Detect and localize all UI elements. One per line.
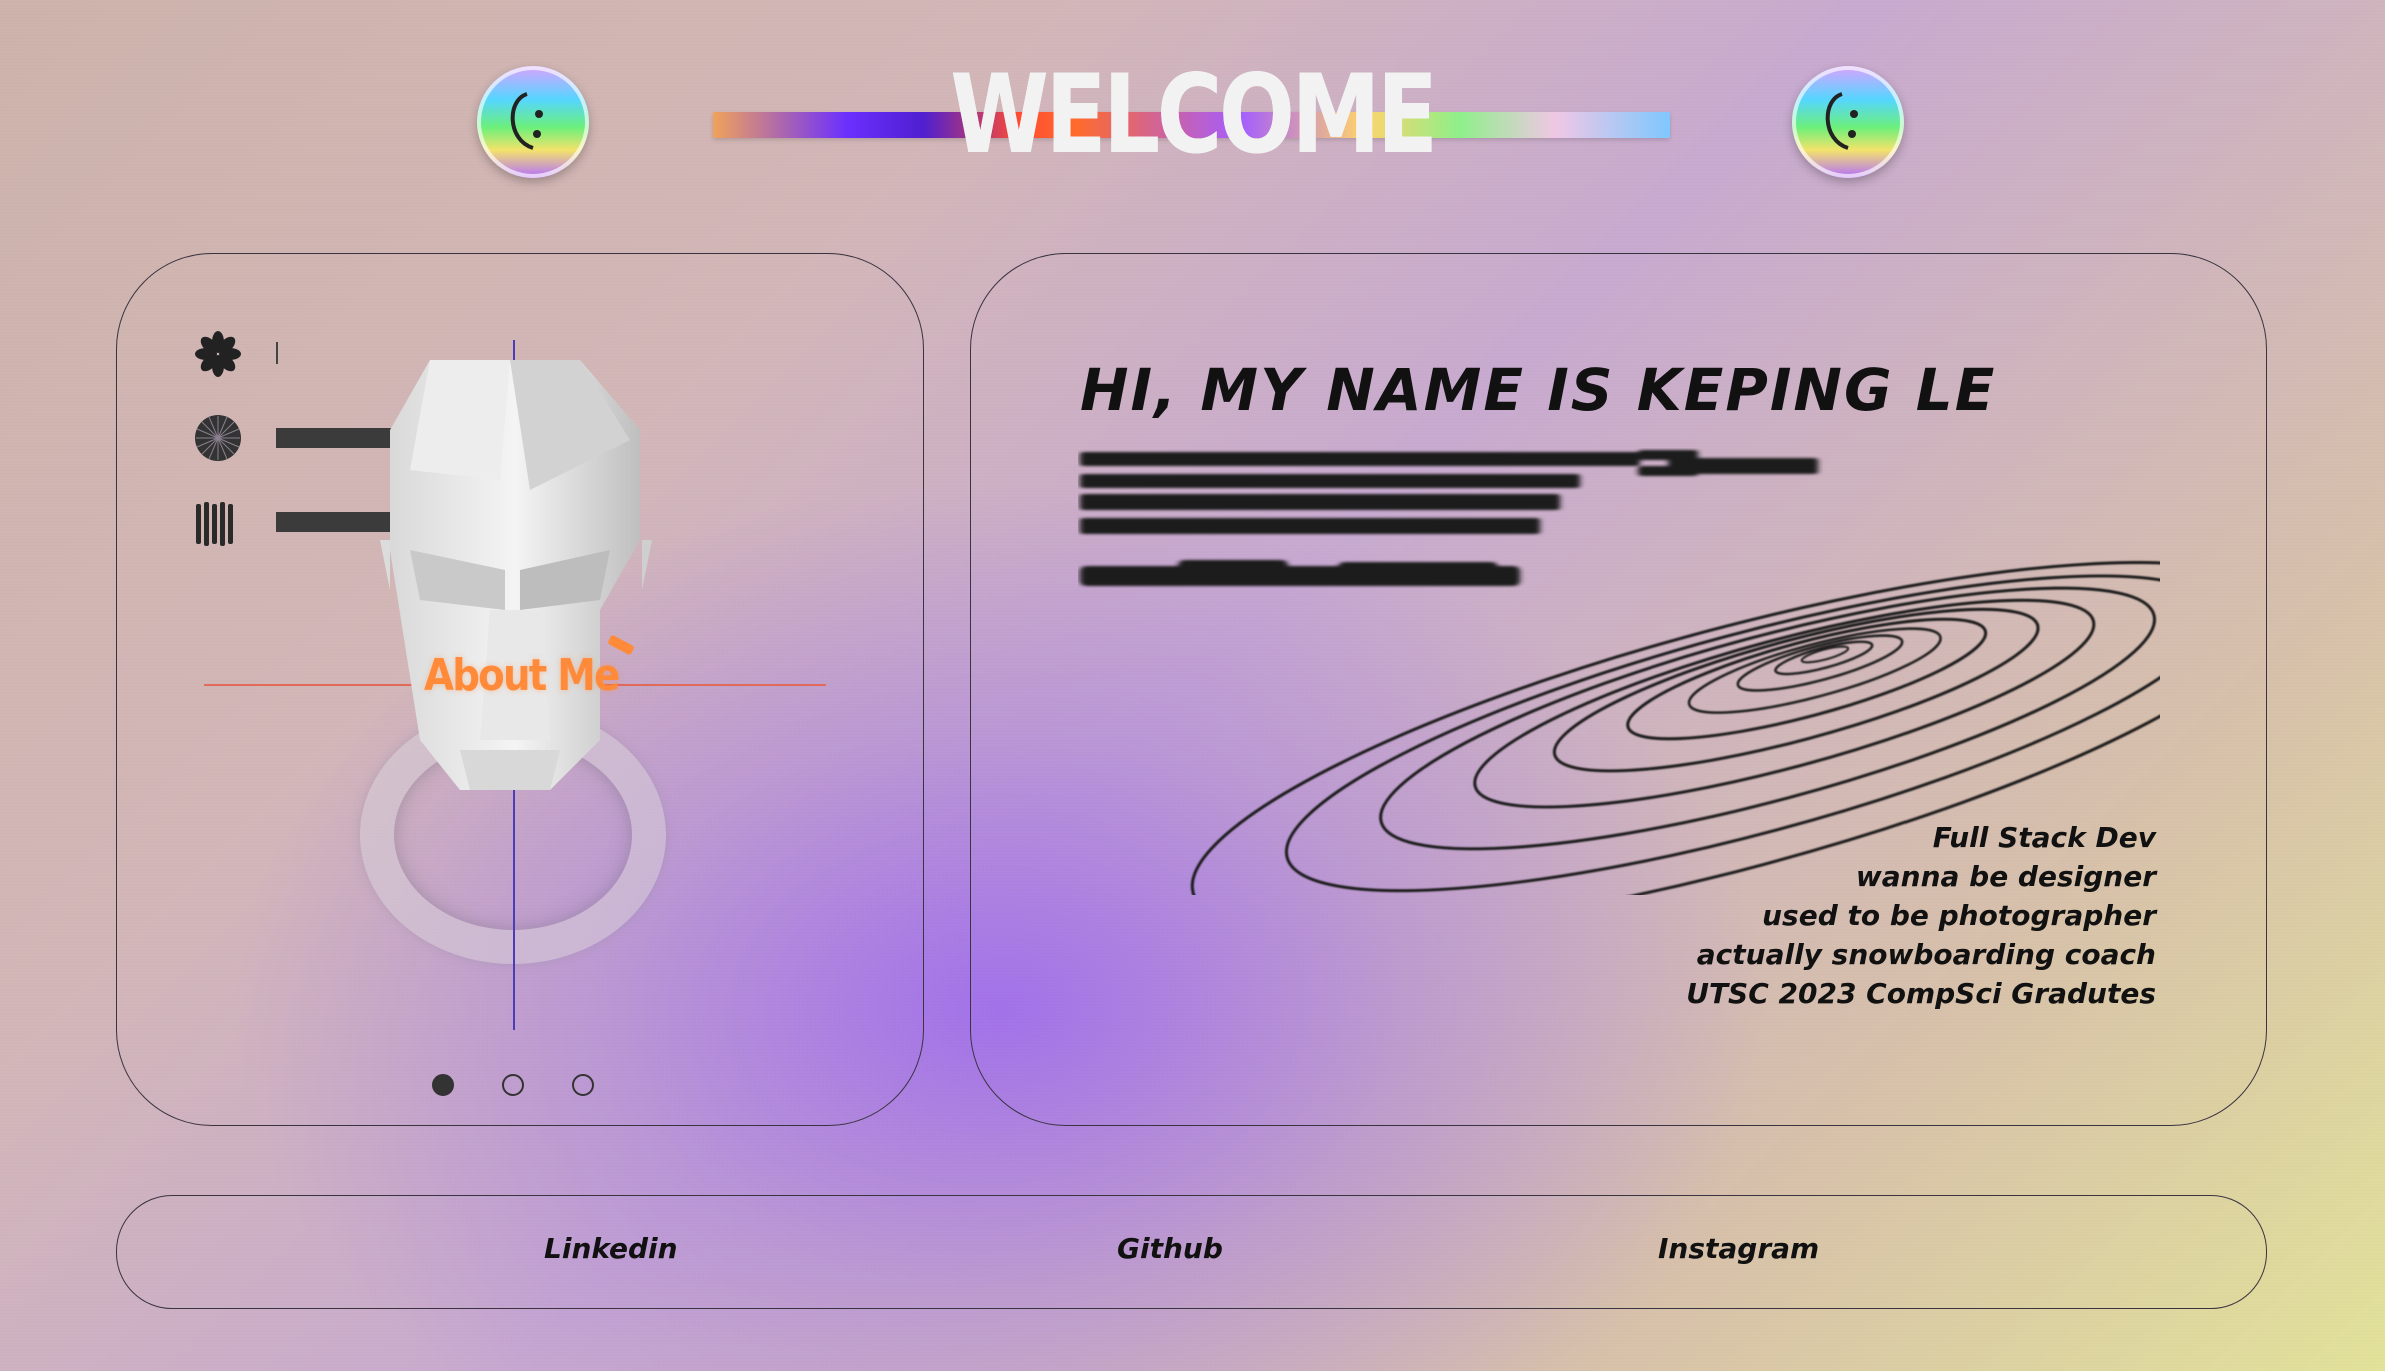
smiley-icon[interactable] <box>1792 66 1904 178</box>
bio-list: Full Stack Dev wanna be designer used to… <box>1686 818 2156 1013</box>
page-title: WELCOME <box>950 49 1438 179</box>
pagination-dot-3[interactable] <box>572 1074 594 1096</box>
bio-line: wanna be designer <box>1855 860 2156 893</box>
instagram-link[interactable]: Instagram <box>1658 1232 1819 1265</box>
pagination-dot-1[interactable] <box>432 1074 454 1096</box>
tick-mark <box>276 342 278 364</box>
sunburst-icon[interactable] <box>194 414 242 466</box>
bio-line: Full Stack Dev <box>1932 821 2156 854</box>
hero-heading: HI, MY NAME IS KEPING LE <box>1080 356 1997 424</box>
linkedin-link[interactable]: Linkedin <box>544 1232 678 1265</box>
head-sculpture[interactable] <box>380 350 652 794</box>
pagination-dot-2[interactable] <box>502 1074 524 1096</box>
bio-line: actually snowboarding coach <box>1696 938 2156 971</box>
bio-line: UTSC 2023 CompSci Gradutes <box>1686 977 2156 1010</box>
asterisk-icon[interactable] <box>194 330 242 382</box>
bio-line: used to be photographer <box>1762 899 2156 932</box>
about-me-link[interactable]: About Me <box>424 650 620 701</box>
carousel-pagination <box>432 1074 594 1096</box>
github-link[interactable]: Github <box>1117 1232 1223 1265</box>
barcode-icon[interactable] <box>196 502 236 550</box>
